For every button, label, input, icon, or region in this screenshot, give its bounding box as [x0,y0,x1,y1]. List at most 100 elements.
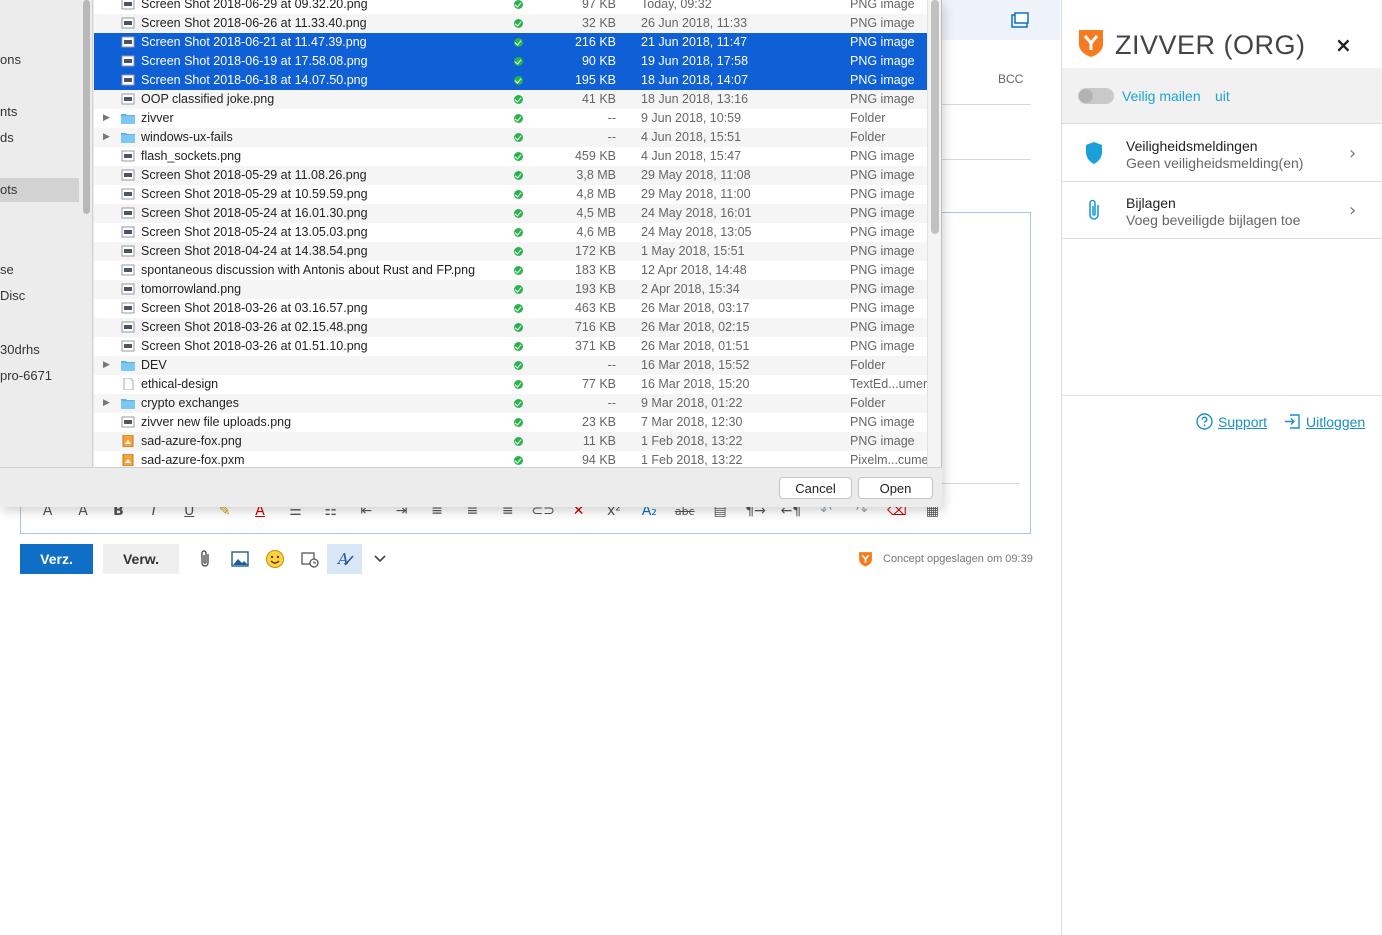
file-row[interactable]: OOP classified joke.png 41 KB 18 Jun 2018,… [94,90,927,109]
svg-text:A: A [336,550,349,568]
close-icon[interactable]: × [1335,33,1352,57]
file-kind: PNG image [850,282,915,296]
file-row[interactable]: ▶ crypto exchanges -- 9 Mar 2018, 01:22 Fold… [94,394,927,413]
image-file-icon [121,0,135,10]
file-row[interactable]: Screen Shot 2018-06-29 at 09.32.20.png 97… [94,0,927,14]
secure-mail-toggle[interactable] [1078,88,1114,104]
file-row[interactable]: Screen Shot 2018-05-29 at 10.59.59.png 4,… [94,185,927,204]
file-row[interactable]: sad-azure-fox.pxm 94 KB 1 Feb 2018, 13:22 P… [94,451,927,467]
file-date: 12 Apr 2018, 14:48 [641,263,747,277]
scrollbar-thumb[interactable] [931,0,939,234]
sidebar-item[interactable]: ons [0,52,21,67]
disclosure-triangle-icon[interactable]: ▶ [103,109,110,128]
secure-mail-label[interactable]: Veilig mailen [1122,88,1201,104]
file-name: Screen Shot 2018-06-19 at 17.58.08.png [141,54,368,68]
file-row[interactable]: Screen Shot 2018-05-29 at 11.08.26.png 3,… [94,166,927,185]
file-date: Today, 09:32 [641,0,712,11]
file-date: 24 May 2018, 13:05 [641,225,752,239]
file-name: windows-ux-fails [141,130,233,144]
sidebar-item[interactable]: pro-6671 [0,368,52,383]
file-row[interactable]: ethical-design 77 KB 16 Mar 2018, 15:20 Tex… [94,375,927,394]
attachments-title: Bijlagen [1126,195,1176,211]
disclosure-triangle-icon[interactable]: ▶ [103,356,110,375]
file-name: ethical-design [141,377,219,391]
file-row[interactable]: spontaneous discussion with Antonis abou… [94,261,927,280]
disclosure-triangle-icon[interactable]: ▶ [103,128,110,147]
chevron-right-icon: › [1349,200,1357,221]
emoji-icon[interactable] [257,544,292,574]
file-row[interactable]: ▶ DEV -- 16 Mar 2018, 15:52 Folder [94,356,927,375]
file-name: Screen Shot 2018-03-26 at 03.16.57.png [141,301,368,315]
file-kind: PNG image [850,73,915,87]
file-row[interactable]: Screen Shot 2018-04-24 at 14.38.54.png 17… [94,242,927,261]
schedule-icon[interactable] [292,544,327,574]
image-file-icon [121,188,135,200]
sidebar-item-selected[interactable]: ots [0,178,79,202]
file-size: 41 KB [581,92,616,106]
logout-link[interactable]: Uitloggen [1284,413,1365,430]
file-kind: PNG image [850,187,915,201]
send-toolbar: Verz. Verw. A [20,544,397,574]
file-date: 18 Jun 2018, 14:07 [641,73,749,87]
file-row[interactable]: Screen Shot 2018-06-18 at 14.07.50.png 19… [94,71,927,90]
send-button[interactable]: Verz. [20,544,93,574]
file-row[interactable]: zivver new file uploads.png 23 KB 7 Mar 20… [94,413,927,432]
attach-icon[interactable] [187,544,222,574]
file-size: 32 KB [581,16,616,30]
finder-sidebar: ons nts ds ots se Disc 30drhs pro-6671 [0,0,93,467]
image-file-icon [121,74,135,86]
file-size: 195 KB [574,73,616,87]
sidebar-item[interactable]: se [0,262,14,277]
sync-status-icon [514,171,523,180]
file-row[interactable]: ▶ zivver -- 9 Jun 2018, 10:59 Folder [94,109,927,128]
folder-icon [121,361,135,371]
file-kind: PNG image [850,263,915,277]
file-name: Screen Shot 2018-05-29 at 10.59.59.png [141,187,368,201]
notifications-subtitle: Geen veiligheidsmelding(en) [1126,155,1304,171]
file-row[interactable]: Screen Shot 2018-03-26 at 02.15.48.png 71… [94,318,927,337]
open-button[interactable]: Open [858,477,933,499]
file-row[interactable]: sad-azure-fox.png 11 KB 1 Feb 2018, 13:22 P… [94,432,927,451]
file-row[interactable]: Screen Shot 2018-05-24 at 16.01.30.png 4,… [94,204,927,223]
sidebar-item[interactable]: ds [0,130,14,145]
support-link[interactable]: Support [1196,413,1267,430]
editor-icon[interactable]: A [327,544,362,574]
folder-icon [121,114,135,124]
sync-status-icon [514,342,523,351]
insert-picture-icon[interactable] [222,544,257,574]
sidebar-scrollbar[interactable] [83,0,90,214]
popout-icon[interactable] [1011,12,1029,28]
sidebar-item[interactable]: 30drhs [0,342,40,357]
file-row[interactable]: Screen Shot 2018-05-24 at 13.05.03.png 4,… [94,223,927,242]
sync-status-icon [514,437,523,446]
disclosure-triangle-icon[interactable]: ▶ [103,394,110,413]
file-row[interactable]: flash_sockets.png 459 KB 4 Jun 2018, 15:47… [94,147,927,166]
chevron-right-icon: › [1349,143,1357,164]
sync-status-icon [514,304,523,313]
file-name: sad-azure-fox.png [141,434,242,448]
file-row[interactable]: Screen Shot 2018-03-26 at 01.51.10.png 37… [94,337,927,356]
file-list-scrollbar[interactable] [927,0,941,467]
bcc-link[interactable]: BCC [998,72,1023,86]
sidebar-item[interactable]: nts [0,104,17,119]
file-row[interactable]: Screen Shot 2018-06-19 at 17.58.08.png 90… [94,52,927,71]
file-name: Screen Shot 2018-06-18 at 14.07.50.png [141,73,368,87]
sync-status-icon [514,380,523,389]
cancel-button[interactable]: Cancel [779,477,852,499]
folder-icon [121,399,135,409]
file-kind: PNG image [850,339,915,353]
file-row[interactable]: Screen Shot 2018-06-26 at 11.33.40.png 32… [94,14,927,33]
sidebar-item[interactable]: Disc [0,288,25,303]
file-row[interactable]: tomorrowland.png 193 KB 2 Apr 2018, 15:34 P… [94,280,927,299]
chevron-down-icon[interactable] [362,544,397,574]
notifications-row[interactable]: Veiligheidsmeldingen Geen veiligheidsmel… [1062,125,1382,182]
attachments-row[interactable]: Bijlagen Voeg beveiligde bijlagen toe › [1062,182,1382,239]
file-row[interactable]: Screen Shot 2018-03-26 at 03.16.57.png 46… [94,299,927,318]
file-name: tomorrowland.png [141,282,242,296]
file-date: 1 Feb 2018, 13:22 [641,434,743,448]
file-row[interactable]: Screen Shot 2018-06-21 at 11.47.39.png 21… [94,33,927,52]
discard-button[interactable]: Verw. [103,544,179,574]
file-row[interactable]: ▶ windows-ux-fails -- 4 Jun 2018, 15:51 Fold… [94,128,927,147]
support-label: Support [1218,413,1268,430]
file-kind: Pixelm...cument [850,453,927,467]
